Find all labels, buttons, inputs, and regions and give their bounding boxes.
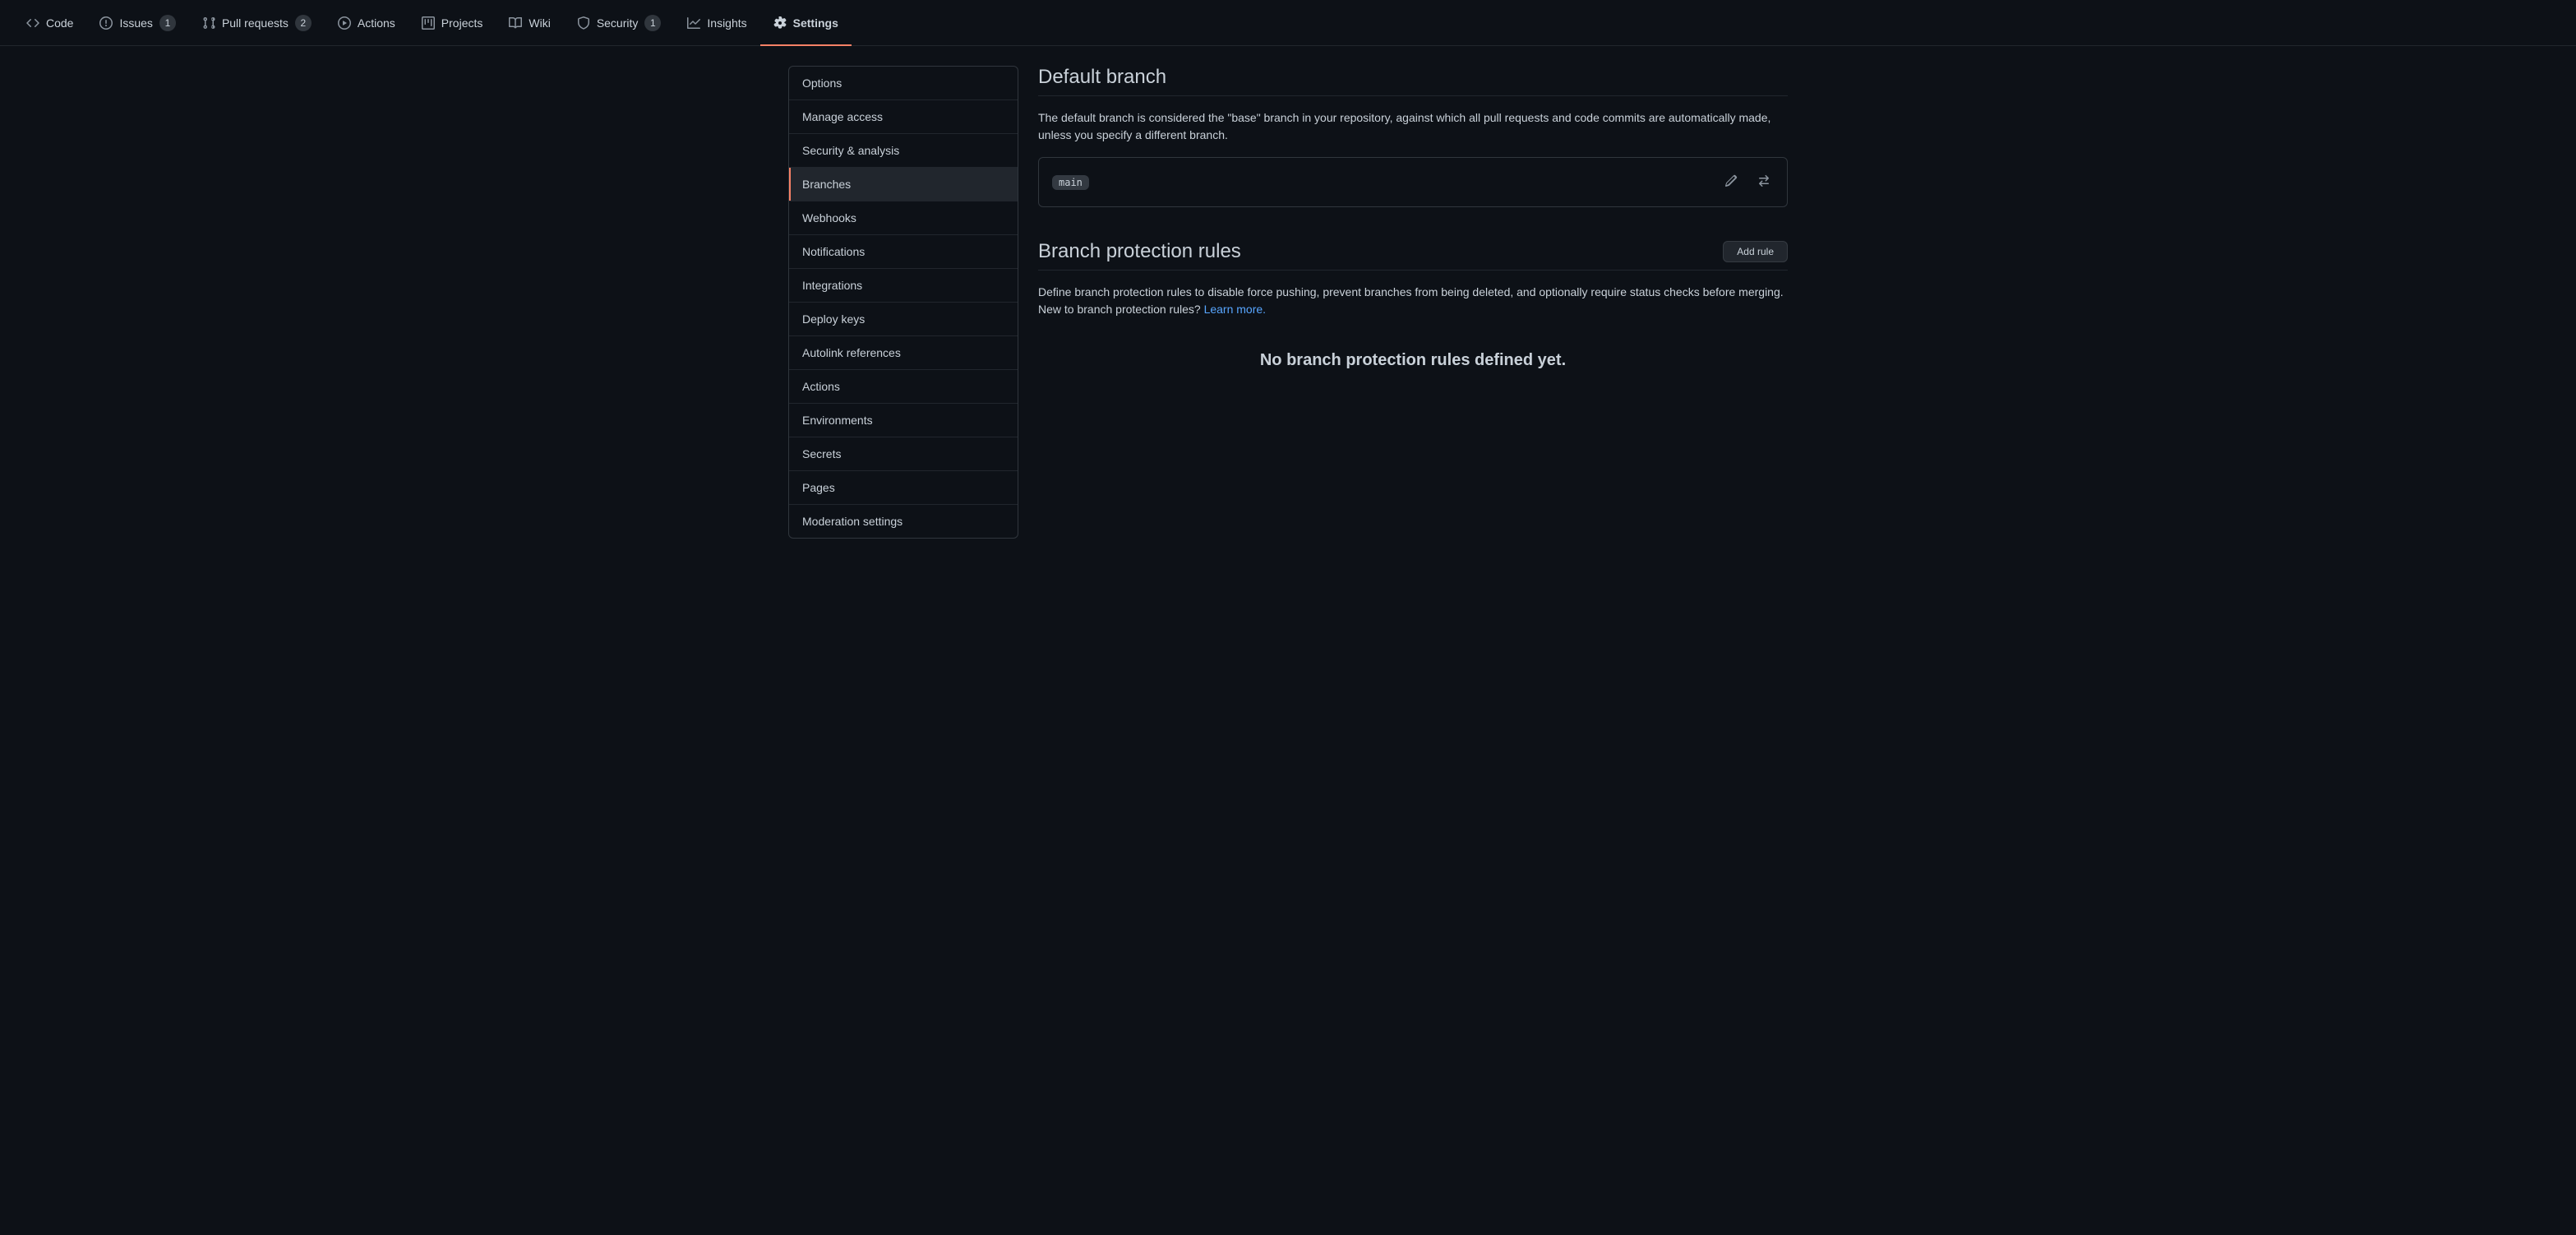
sidebar-item-deploy-keys[interactable]: Deploy keys xyxy=(789,303,1018,336)
branch-protection-description: Define branch protection rules to disabl… xyxy=(1038,284,1788,318)
empty-state-message: No branch protection rules defined yet. xyxy=(1038,351,1788,370)
switch-branch-button[interactable] xyxy=(1754,171,1774,193)
issues-count: 1 xyxy=(159,15,176,31)
repo-navigation: Code Issues 1 Pull requests 2 Actions Pr… xyxy=(0,0,2576,46)
branch-protection-heading: Branch protection rules xyxy=(1038,240,1241,263)
tab-code[interactable]: Code xyxy=(13,0,86,45)
sidebar-item-actions[interactable]: Actions xyxy=(789,370,1018,404)
branch-name-badge: main xyxy=(1052,175,1089,190)
default-branch-heading: Default branch xyxy=(1038,66,1788,96)
security-count: 1 xyxy=(644,15,661,31)
default-branch-box: main xyxy=(1038,157,1788,207)
tab-actions[interactable]: Actions xyxy=(325,0,409,45)
shield-icon xyxy=(577,16,590,30)
play-icon xyxy=(338,16,351,30)
tab-security[interactable]: Security 1 xyxy=(564,0,675,45)
project-icon xyxy=(422,16,435,30)
sidebar-item-branches[interactable]: Branches xyxy=(789,168,1018,201)
add-rule-button[interactable]: Add rule xyxy=(1723,241,1788,262)
tab-issues[interactable]: Issues 1 xyxy=(86,0,188,45)
sidebar-item-secrets[interactable]: Secrets xyxy=(789,437,1018,471)
sidebar-item-options[interactable]: Options xyxy=(789,67,1018,100)
tab-code-label: Code xyxy=(46,16,73,30)
tab-actions-label: Actions xyxy=(358,16,395,30)
pull-requests-count: 2 xyxy=(295,15,312,31)
tab-security-label: Security xyxy=(597,16,639,30)
sidebar-item-security-analysis[interactable]: Security & analysis xyxy=(789,134,1018,168)
gear-icon xyxy=(773,16,787,30)
main-content: Default branch The default branch is con… xyxy=(1038,66,1788,539)
learn-more-link[interactable]: Learn more. xyxy=(1204,303,1266,316)
layout-container: Options Manage access Security & analysi… xyxy=(762,66,1814,539)
branch-protection-description-text: Define branch protection rules to disabl… xyxy=(1038,285,1784,316)
settings-sidebar: Options Manage access Security & analysi… xyxy=(788,66,1018,539)
pencil-icon xyxy=(1724,174,1738,190)
tab-pull-requests-label: Pull requests xyxy=(222,16,289,30)
sidebar-item-notifications[interactable]: Notifications xyxy=(789,235,1018,269)
default-branch-description: The default branch is considered the "ba… xyxy=(1038,109,1788,144)
branch-actions xyxy=(1721,171,1774,193)
sidebar-item-moderation-settings[interactable]: Moderation settings xyxy=(789,505,1018,538)
rename-branch-button[interactable] xyxy=(1721,171,1741,193)
tab-settings-label: Settings xyxy=(793,16,838,30)
issue-icon xyxy=(99,16,113,30)
tab-insights-label: Insights xyxy=(707,16,746,30)
book-icon xyxy=(509,16,522,30)
code-icon xyxy=(26,16,39,30)
branch-protection-header-row: Branch protection rules Add rule xyxy=(1038,240,1788,271)
sidebar-item-pages[interactable]: Pages xyxy=(789,471,1018,505)
sidebar-item-environments[interactable]: Environments xyxy=(789,404,1018,437)
tab-wiki[interactable]: Wiki xyxy=(496,0,563,45)
tab-insights[interactable]: Insights xyxy=(674,0,759,45)
graph-icon xyxy=(687,16,700,30)
git-pull-request-icon xyxy=(202,16,215,30)
tab-settings[interactable]: Settings xyxy=(760,0,852,45)
arrow-switch-icon xyxy=(1757,174,1770,190)
tab-issues-label: Issues xyxy=(119,16,152,30)
tab-projects[interactable]: Projects xyxy=(409,0,496,45)
sidebar-item-manage-access[interactable]: Manage access xyxy=(789,100,1018,134)
tab-pull-requests[interactable]: Pull requests 2 xyxy=(189,0,325,45)
tab-wiki-label: Wiki xyxy=(529,16,550,30)
sidebar-item-autolink-references[interactable]: Autolink references xyxy=(789,336,1018,370)
sidebar-item-integrations[interactable]: Integrations xyxy=(789,269,1018,303)
tab-projects-label: Projects xyxy=(441,16,483,30)
sidebar-item-webhooks[interactable]: Webhooks xyxy=(789,201,1018,235)
